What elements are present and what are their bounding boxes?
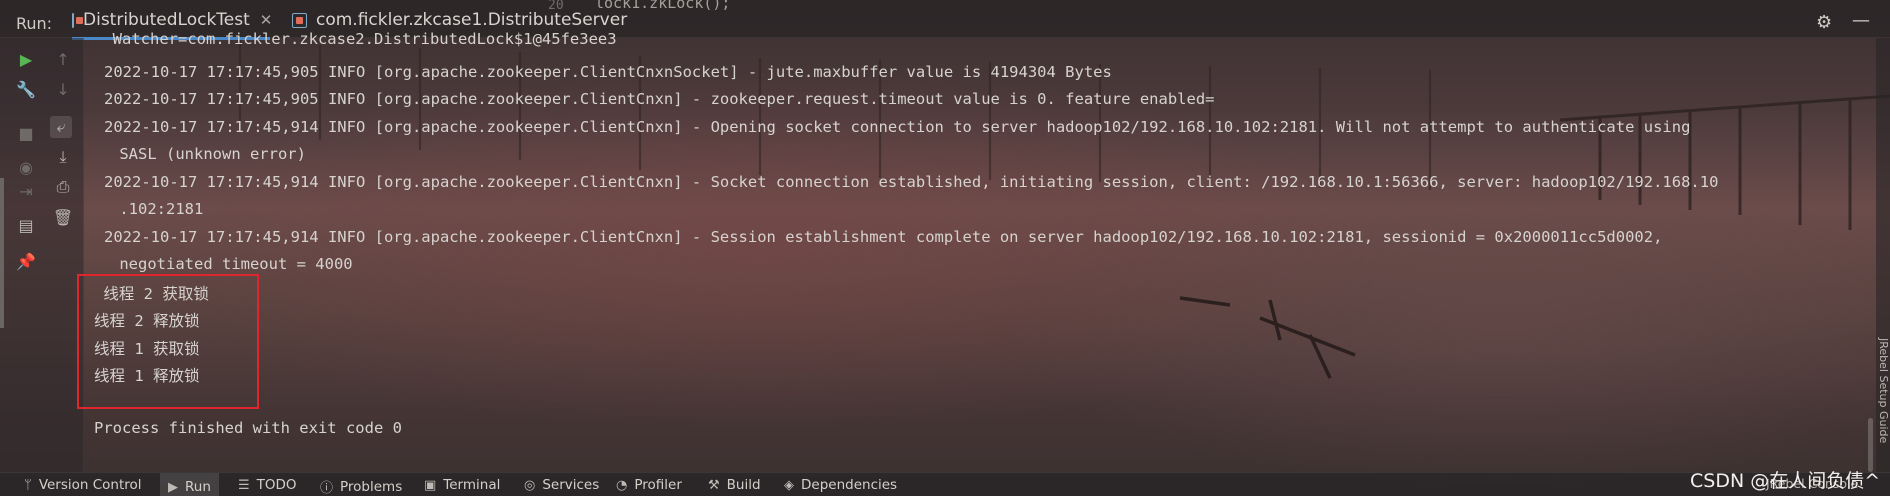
wrench-icon[interactable]: 🔧	[15, 78, 37, 100]
tool-label: TODO	[256, 477, 297, 493]
bottom-tool-bar: ᛘ Version Control ▶ Run ☰ TODO ⓘ Problem…	[0, 472, 1890, 496]
tab-label: com.fickler.zkcase1.DistributeServer	[316, 10, 628, 30]
services-icon: ◎	[524, 477, 536, 493]
layout-icon[interactable]: ▤	[15, 214, 37, 236]
tool-label: Build	[726, 477, 761, 493]
branch-icon: ᛘ	[24, 477, 32, 493]
tool-todo[interactable]: ☰ TODO	[238, 477, 297, 493]
camera-icon[interactable]: ◉	[15, 156, 37, 178]
run-tool-strip: ▶ ↑ 🔧 ↓ ■ ⤶ ◉ ⤓ ⇥ ⎙ 🗑 ▤ 📌	[0, 38, 84, 472]
scrollbar-thumb[interactable]	[1868, 418, 1873, 472]
editor-line-number: 20	[548, 0, 564, 13]
tool-label: Dependencies	[801, 477, 898, 493]
jrebel-setup-guide-tab[interactable]: JRebel Setup Guide	[1877, 338, 1890, 443]
console-output[interactable]: Watcher=com.fickler.zkcase2.DistributedL…	[94, 30, 1864, 472]
hammer-icon: ⚒	[708, 477, 720, 493]
tool-label: Run	[185, 479, 211, 495]
console-line: Watcher=com.fickler.zkcase2.DistributedL…	[94, 30, 617, 48]
console-line: 2022-10-17 17:17:45,914 INFO [org.apache…	[104, 118, 1691, 136]
run-label: Run:	[16, 14, 53, 33]
minimize-icon[interactable]: —	[1852, 10, 1870, 31]
layers-icon: ◈	[784, 477, 794, 493]
tab-label: DistributedLockTest	[83, 10, 250, 30]
run-config-icon	[72, 12, 83, 28]
editor-code-fragment: lock1.zkLock();	[595, 0, 731, 12]
left-sidebar-handle[interactable]	[0, 178, 4, 328]
console-line: Process finished with exit code 0	[94, 419, 402, 437]
console-line: 2022-10-17 17:17:45,914 INFO [org.apache…	[104, 228, 1663, 246]
arrow-down-icon[interactable]: ↓	[52, 78, 74, 100]
highlight-box	[77, 274, 259, 409]
list-icon: ☰	[238, 477, 250, 493]
tool-run[interactable]: ▶ Run	[160, 473, 219, 496]
soft-wrap-icon[interactable]: ⤶	[50, 116, 72, 138]
gauge-icon: ◔	[616, 477, 628, 493]
info-icon: ⓘ	[320, 481, 334, 496]
print-icon[interactable]: ⎙	[52, 176, 74, 198]
console-scrollbar[interactable]	[1867, 38, 1875, 472]
tool-label: Problems	[340, 478, 403, 495]
trash-icon[interactable]: 🗑	[52, 206, 74, 228]
run-config-icon	[292, 12, 307, 28]
console-line: .102:2181	[110, 200, 204, 218]
pin-icon[interactable]: 📌	[15, 250, 37, 272]
console-line: 2022-10-17 17:17:45,905 INFO [org.apache…	[104, 63, 1112, 81]
tool-label: Terminal	[443, 477, 501, 493]
console-line: 2022-10-17 17:17:45,914 INFO [org.apache…	[104, 173, 1719, 191]
stop-icon[interactable]: ■	[15, 122, 37, 144]
tool-profiler[interactable]: ◔ Profiler	[616, 477, 682, 493]
gear-icon[interactable]: ⚙	[1816, 12, 1832, 33]
arrow-up-icon[interactable]: ↑	[52, 48, 74, 70]
tool-label: Services	[542, 477, 600, 493]
tool-label: Version Control	[38, 477, 142, 493]
watermark: CSDN @在人间负债^	[1690, 470, 1881, 492]
console-line: 2022-10-17 17:17:45,905 INFO [org.apache…	[104, 90, 1215, 108]
tool-dependencies[interactable]: ◈ Dependencies	[784, 477, 897, 493]
play-icon: ▶	[168, 479, 178, 495]
tool-services[interactable]: ◎ Services	[524, 477, 599, 493]
console-line: SASL (unknown error)	[110, 145, 306, 163]
console-line: negotiated timeout = 4000	[110, 255, 353, 273]
terminal-icon: ▣	[424, 477, 437, 493]
scroll-to-end-icon[interactable]: ⤓	[52, 146, 74, 168]
tool-build[interactable]: ⚒ Build	[708, 477, 761, 493]
right-tool-panel: JRebel Setup Guide	[1876, 38, 1890, 472]
rerun-icon[interactable]: ▶	[15, 48, 37, 70]
tool-label: Profiler	[634, 477, 682, 493]
tool-problems[interactable]: ⓘ Problems	[320, 477, 402, 496]
tool-version-control[interactable]: ᛘ Version Control	[24, 477, 142, 493]
exit-icon[interactable]: ⇥	[15, 180, 37, 202]
close-icon[interactable]: ✕	[260, 11, 273, 29]
tool-terminal[interactable]: ▣ Terminal	[424, 477, 500, 493]
